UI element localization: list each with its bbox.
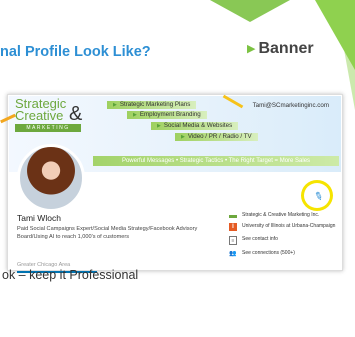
sidebar-contact-info[interactable]: ≡ See contact info <box>229 236 339 245</box>
profile-headline: Paid Social Campaigns Expert/Social Medi… <box>17 226 198 240</box>
decor-green-corner <box>315 0 355 70</box>
company-logo: Strategic Creative & MARKETING <box>15 97 93 132</box>
sidebar-connections-label: See connections (500+) <box>242 250 295 256</box>
banner-pill-social-media: Social Media & Websites <box>151 122 239 130</box>
decor-green-triangle <box>210 0 290 22</box>
sidebar-school-label: University of Illinois at Urbana-Champai… <box>242 223 336 229</box>
banner-pill-video-pr: Video / PR / Radio / TV <box>175 133 258 141</box>
logo-ampersand: & <box>69 103 83 125</box>
sidebar-contact-label: See contact info <box>242 236 278 242</box>
presentation-slide: nal Profile Look Like? ▶ Banner Strategi… <box>0 0 355 337</box>
banner-callout: ▶ Banner <box>247 40 314 58</box>
banner-message-bar: Powerful Messages • Strategic Tactics • … <box>93 156 339 166</box>
slide-title: nal Profile Look Like? <box>0 44 151 60</box>
university-logo-icon: I <box>229 223 237 231</box>
sidebar-company-label: Strategic & Creative Marketing Inc. <box>242 212 320 218</box>
banner-pill-employment-branding: Employment Branding <box>127 111 207 119</box>
company-logo-icon <box>229 215 237 218</box>
sidebar-company[interactable]: Strategic & Creative Marketing Inc. <box>229 212 339 218</box>
profile-avatar[interactable] <box>17 144 85 212</box>
banner-email: Tami@SCmarketinginc.com <box>252 102 329 109</box>
sidebar-school[interactable]: I University of Illinois at Urbana-Champ… <box>229 223 339 231</box>
contact-card-icon: ≡ <box>229 236 237 245</box>
arrow-right-icon: ▶ <box>247 42 256 55</box>
sidebar-connections[interactable]: 👥 See connections (500+) <box>229 250 339 258</box>
profile-sidebar: Strategic & Creative Marketing Inc. I Un… <box>229 212 339 263</box>
people-icon: 👥 <box>229 251 237 257</box>
banner-callout-label: Banner <box>258 40 314 57</box>
linkedin-profile-screenshot: Strategic Creative & MARKETING Strategic… <box>7 94 343 273</box>
slide-bullet-text: ok – keep it Professional <box>2 268 139 282</box>
profile-name: Tami Wloch <box>17 213 61 223</box>
banner-pill-marketing-plans: Strategic Marketing Plans <box>107 101 197 109</box>
